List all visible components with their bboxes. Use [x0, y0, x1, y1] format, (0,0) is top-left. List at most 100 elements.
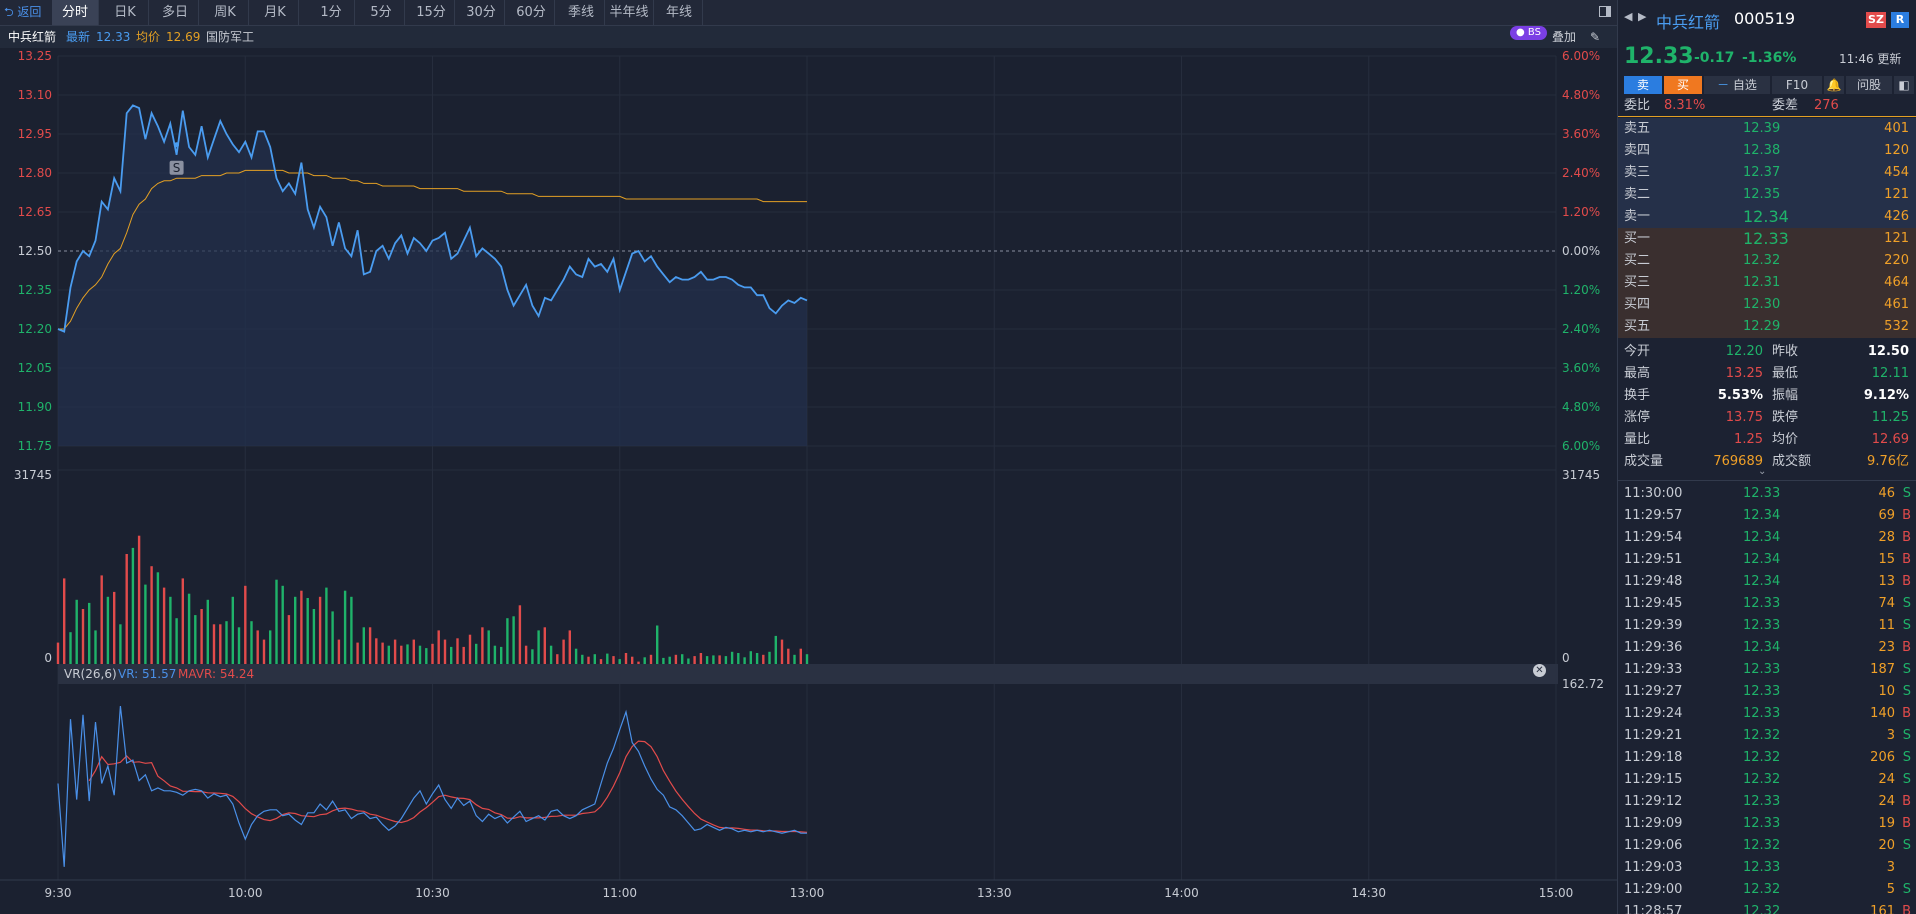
sell-button[interactable]: 卖: [1624, 76, 1662, 94]
trade-volume: 161: [1870, 904, 1895, 914]
trade-row: 11:28:57 12.32 161 B: [1618, 901, 1916, 914]
volume-bar: [805, 654, 809, 664]
time-axis-label: 14:00: [1164, 886, 1199, 900]
volume-bar: [531, 649, 534, 664]
ask-level-row[interactable]: 卖三 12.37 454: [1618, 162, 1916, 184]
ratio-value: 8.31%: [1664, 98, 1706, 113]
time-axis-label: 11:00: [602, 886, 637, 900]
pct-axis-label: 3.60%: [1562, 361, 1600, 375]
volume-bar: [418, 645, 422, 664]
trade-price: 12.34: [1743, 508, 1781, 523]
ask-level-row[interactable]: 卖二 12.35 121: [1618, 184, 1916, 206]
trade-direction: S: [1902, 486, 1911, 501]
trade-volume: 20: [1878, 838, 1895, 853]
price-axis-label: 12.05: [18, 361, 52, 375]
close-indicator-icon[interactable]: ✕: [1533, 664, 1546, 677]
sidebar-toggle-icon[interactable]: ◧: [1894, 76, 1914, 94]
bid-level-row[interactable]: 买一 12.33 121: [1618, 228, 1916, 250]
update-time: 11:46 更新: [1839, 52, 1902, 66]
time-axis-label: 10:00: [228, 886, 263, 900]
level-volume: 121: [1884, 231, 1909, 246]
trade-volume: 24: [1878, 772, 1895, 787]
pct-axis-label: 6.00%: [1562, 439, 1600, 453]
volume-bar: [581, 654, 584, 664]
trade-direction: S: [1902, 750, 1911, 765]
volume-bar: [300, 590, 303, 664]
stat-value: 13.25: [1725, 366, 1763, 381]
trade-price: 12.33: [1743, 706, 1781, 721]
level-price: 12.33: [1743, 229, 1789, 248]
volume-bar: [500, 646, 503, 664]
price-axis-label: 11.90: [18, 400, 52, 414]
volume-bar: [156, 572, 160, 664]
chart-area[interactable]: ⮌ 返回 分时 日K 多日 周K 月K 1分 5分 15分 30分 60分 季线 半年线 年线 中兵红箭…: [0, 0, 1617, 914]
volume-bar: [656, 625, 659, 664]
volume-axis-zero-right: 0: [1562, 651, 1570, 665]
volume-bar: [475, 643, 478, 664]
trade-row: 11:29:12 12.33 24 B: [1618, 791, 1916, 813]
trade-direction: B: [1902, 794, 1911, 809]
stat-value: 11.25: [1871, 410, 1909, 425]
next-stock-icon[interactable]: ▶: [1638, 10, 1646, 23]
ask-stock-button[interactable]: 问股: [1846, 76, 1892, 94]
bell-icon[interactable]: 🔔: [1824, 76, 1844, 94]
volume-bar: [456, 638, 459, 664]
level-volume: 426: [1884, 209, 1909, 224]
trade-price: 12.33: [1743, 684, 1781, 699]
volume-bar: [724, 656, 728, 664]
stat-value: 9.12%: [1863, 388, 1909, 403]
trade-row: 11:29:15 12.32 24 S: [1618, 769, 1916, 791]
level-label: 买三: [1624, 275, 1651, 290]
price-axis-label: 13.25: [18, 49, 52, 63]
trade-volume: 187: [1870, 662, 1895, 677]
ask-level-row[interactable]: 卖四 12.38 120: [1618, 140, 1916, 162]
trade-volume: 140: [1870, 706, 1895, 721]
ask-level-row[interactable]: 卖一 12.34 426: [1618, 206, 1916, 228]
volume-bar: [175, 618, 178, 664]
level-volume: 121: [1884, 187, 1909, 202]
trade-time: 11:29:54: [1624, 530, 1683, 545]
stat-value: 1.25: [1734, 432, 1763, 447]
trade-time: 11:29:57: [1624, 508, 1683, 523]
volume-bar: [169, 596, 172, 664]
ask-level-row[interactable]: 卖五 12.39 401: [1618, 118, 1916, 140]
diff-label: 委差: [1772, 98, 1799, 113]
buy-button[interactable]: 买: [1664, 76, 1702, 94]
expand-chevron-icon[interactable]: ⌄: [1758, 466, 1766, 477]
stat-label: 今开: [1624, 344, 1651, 359]
trade-direction: B: [1902, 530, 1911, 545]
pct-axis-label: 1.20%: [1562, 205, 1600, 219]
bid-level-row[interactable]: 买五 12.29 532: [1618, 316, 1916, 338]
r-badge: R: [1891, 12, 1909, 28]
stat-value: 12.20: [1725, 344, 1763, 359]
bid-level-row[interactable]: 买二 12.32 220: [1618, 250, 1916, 272]
pct-axis-label: 2.40%: [1562, 166, 1600, 180]
bid-level-row[interactable]: 买四 12.30 461: [1618, 294, 1916, 316]
volume-bar: [162, 587, 166, 664]
bid-level-row[interactable]: 买三 12.31 464: [1618, 272, 1916, 294]
trade-price: 12.34: [1743, 530, 1781, 545]
f10-button[interactable]: F10: [1772, 76, 1822, 94]
stat-label: 换手: [1624, 388, 1651, 403]
vr-indicator-bar: VR(26,6) VR: 51.57 MAVR: 54.24 ✕: [58, 664, 1558, 684]
volume-bar: [556, 654, 559, 664]
volume-bar: [100, 575, 103, 664]
level-volume: 220: [1884, 253, 1909, 268]
watchlist-button[interactable]: － 自选: [1704, 76, 1770, 94]
level-label: 卖四: [1624, 143, 1651, 158]
volume-bar: [762, 654, 765, 664]
stat-value: 769689: [1713, 454, 1763, 469]
trade-time: 11:29:27: [1624, 684, 1683, 699]
level-volume: 401: [1884, 121, 1909, 136]
volume-bar: [113, 591, 116, 664]
volume-bar: [94, 630, 97, 664]
price-axis-label: 12.65: [18, 205, 52, 219]
price-change-pct: -1.36%: [1742, 50, 1797, 66]
level-label: 卖一: [1624, 209, 1651, 224]
price-axis-label: 11.75: [18, 439, 52, 453]
trade-volume: 10: [1878, 684, 1895, 699]
level-price: 12.29: [1743, 319, 1781, 334]
trade-price: 12.32: [1743, 772, 1781, 787]
level-volume: 120: [1884, 143, 1909, 158]
prev-stock-icon[interactable]: ◀: [1624, 10, 1632, 23]
